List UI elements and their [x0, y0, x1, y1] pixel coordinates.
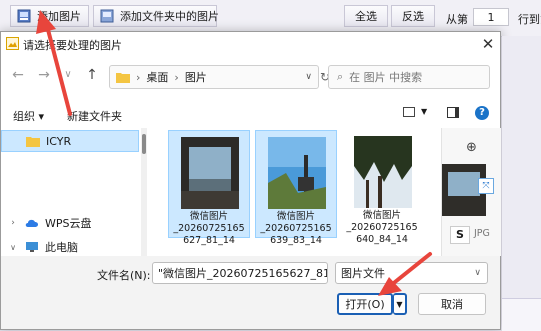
dialog-title: 请选择要处理的图片: [23, 39, 122, 52]
file-name-line: 640_84_14: [356, 234, 408, 245]
image-search-icon[interactable]: ⤧: [478, 178, 494, 194]
cancel-button[interactable]: 取消: [418, 293, 486, 315]
chevron-down-icon[interactable]: ▼: [421, 107, 427, 116]
select-all-button[interactable]: 全选: [344, 5, 388, 27]
file-name-line: 微信图片: [276, 211, 315, 222]
photo-thumbnail: [181, 137, 239, 209]
nav-item-wps-cloud[interactable]: › WPS云盘: [1, 212, 139, 234]
invert-select-button[interactable]: 反选: [391, 5, 435, 27]
navigation-bar: ← → ∨ ↑ › 桌面 › 图片 ∨ ↻ ⌕ 在 图片 中搜索: [1, 56, 500, 100]
nav-item-label: ICYR: [46, 134, 72, 148]
search-placeholder: 在 图片 中搜索: [349, 71, 423, 84]
add-image-label: 添加图片: [37, 10, 81, 23]
nav-item-this-pc[interactable]: ∨ 此电脑: [1, 236, 139, 258]
chevron-down-icon: ∨: [474, 268, 481, 278]
address-bar[interactable]: › 桌面 › 图片 ∨: [109, 65, 319, 89]
filename-label: 文件名(N):: [97, 269, 151, 282]
view-options-icon[interactable]: [403, 107, 415, 117]
cloud-icon: [25, 219, 38, 227]
breadcrumb-separator-icon: ›: [174, 70, 179, 84]
file-name-line: _20260725165: [260, 223, 332, 234]
cancel-button-label: 取消: [441, 298, 463, 311]
folder-image-icon: [100, 9, 114, 23]
file-name: 微信图片 _20260725165 640_84_14: [342, 210, 422, 246]
organize-menu[interactable]: 组织 ▾: [13, 108, 44, 124]
folder-icon: [116, 72, 130, 83]
new-folder-button[interactable]: 新建文件夹: [67, 108, 122, 124]
back-arrow-icon[interactable]: ←: [9, 66, 27, 84]
add-folder-images-label: 添加文件夹中的图片: [120, 10, 219, 23]
chevron-right-icon[interactable]: ›: [5, 218, 21, 228]
chevron-down-icon[interactable]: ∨: [5, 243, 21, 252]
select-all-label: 全选: [355, 10, 377, 23]
forward-arrow-icon[interactable]: →: [35, 66, 53, 84]
photo-thumbnail: [268, 137, 326, 209]
preview-pane-icon[interactable]: [447, 107, 459, 118]
breadcrumb-pictures[interactable]: 图片: [185, 69, 207, 85]
close-icon[interactable]: ✕: [479, 35, 497, 53]
navigation-pane: ICYR › WPS云盘 ∨ 此电脑: [1, 128, 147, 256]
dialog-titlebar: 请选择要处理的图片 ✕: [1, 32, 500, 56]
file-name-line: 627_81_14: [183, 235, 235, 246]
file-item[interactable]: 微信图片 _20260725165 627_81_14: [168, 130, 250, 246]
search-input[interactable]: ⌕ 在 图片 中搜索: [328, 65, 490, 89]
search-icon: ⌕: [337, 70, 344, 83]
breadcrumb-separator-icon: ›: [136, 70, 141, 84]
filetype-select[interactable]: 图片文件 ∨: [335, 262, 488, 284]
invert-select-label: 反选: [402, 10, 424, 23]
from-row-label: 从第: [446, 13, 468, 26]
open-options-dropdown[interactable]: ▼: [393, 293, 407, 315]
image-add-icon: [17, 9, 31, 23]
up-arrow-icon[interactable]: ↑: [83, 66, 101, 84]
file-name-line: 微信图片: [362, 210, 401, 221]
from-row-value: 1: [487, 10, 495, 24]
from-row-input[interactable]: 1: [473, 8, 509, 26]
file-item[interactable]: 微信图片 _20260725165 640_84_14: [342, 130, 424, 245]
nav-item-label: WPS云盘: [45, 217, 92, 230]
file-item[interactable]: 微信图片 _20260725165 639_83_14: [255, 130, 337, 246]
chevron-down-icon[interactable]: ∨: [305, 72, 312, 82]
file-name: 微信图片 _20260725165 627_81_14: [169, 211, 249, 247]
recent-chevron-icon[interactable]: ∨: [59, 66, 77, 84]
app-icon: [6, 37, 19, 50]
preview-pane: ⊕ ⤧ S JPG: [441, 128, 501, 256]
command-bar: 组织 ▾ 新建文件夹 ▼ ?: [1, 100, 500, 129]
folder-icon: [26, 136, 40, 147]
filetype-value: 图片文件: [341, 267, 385, 280]
file-name-line: 639_83_14: [270, 235, 322, 246]
to-row-label: 行到第: [518, 13, 541, 26]
file-name-line: 微信图片: [189, 211, 228, 222]
computer-icon: [26, 241, 38, 252]
breadcrumb-desktop[interactable]: 桌面: [146, 69, 168, 85]
photo-thumbnail: [354, 136, 412, 208]
dialog-footer: 文件名(N): "微信图片_20260725165627_81_14 图片文件 …: [1, 256, 500, 329]
filename-input[interactable]: "微信图片_20260725165627_81_14: [152, 262, 328, 284]
filename-value: "微信图片_20260725165627_81_14: [158, 267, 327, 280]
preview-filetype: JPG: [474, 228, 490, 239]
file-open-dialog: 请选择要处理的图片 ✕ ← → ∨ ↑ › 桌面 › 图片 ∨ ↻ ⌕ 在 图片…: [0, 31, 501, 330]
file-name: 微信图片 _20260725165 639_83_14: [256, 211, 336, 247]
app-background: [502, 36, 541, 298]
zoom-in-icon[interactable]: ⊕: [466, 140, 477, 155]
dialog-body: ICYR › WPS云盘 ∨ 此电脑 微信图片 _20260725165 627…: [1, 128, 501, 256]
open-button-label: 打开(O): [345, 298, 385, 311]
add-folder-images-button[interactable]: 添加文件夹中的图片: [93, 5, 219, 27]
file-name-line: _20260725165: [173, 223, 245, 234]
add-image-button[interactable]: 添加图片: [10, 5, 89, 27]
file-name-line: _20260725165: [346, 222, 418, 233]
sogou-icon[interactable]: S: [450, 226, 470, 244]
scroll-thumb[interactable]: [142, 134, 146, 154]
help-icon[interactable]: ?: [475, 106, 489, 120]
nav-scrollbar[interactable]: [141, 128, 147, 256]
nav-item-icyr[interactable]: ICYR: [1, 130, 139, 152]
nav-item-label: 此电脑: [45, 241, 78, 254]
open-button[interactable]: 打开(O): [337, 293, 393, 315]
app-statusbar: [502, 298, 541, 331]
